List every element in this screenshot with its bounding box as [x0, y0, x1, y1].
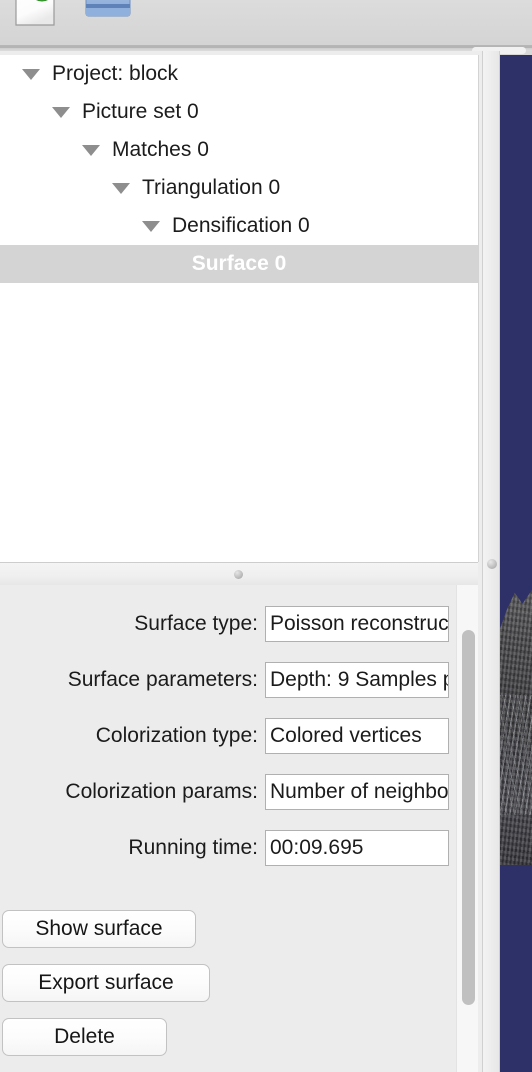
tree-item-surface-0[interactable]: Surface 0	[0, 245, 478, 283]
horizontal-splitter[interactable]	[0, 562, 478, 587]
delete-button[interactable]: Delete	[2, 1018, 167, 1056]
tree-rows: Project: block Picture set 0 Matches 0 Tria…	[0, 55, 478, 283]
field-label-surface-parameters: Surface parameters:	[67, 668, 258, 691]
field-label-running-time: Running time:	[128, 836, 258, 859]
field-value-surface-parameters[interactable]: Depth: 9 Samples per node: 1	[265, 662, 449, 698]
vertical-splitter[interactable]	[482, 51, 500, 1072]
field-value-colorization-params[interactable]: Number of neighbours: 3	[265, 774, 449, 810]
tree-item-triangulation-0[interactable]: Triangulation 0	[0, 169, 478, 207]
toolbar	[0, 0, 532, 45]
field-label-colorization-params: Colorization params:	[65, 780, 258, 803]
open-project-button[interactable]	[82, 0, 138, 27]
disclosure-triangle-down-icon[interactable]	[82, 144, 100, 156]
form-vertical-scroll-thumb[interactable]	[462, 630, 475, 1005]
new-document-icon	[15, 0, 55, 26]
form-vertical-scrollbar[interactable]	[456, 585, 478, 1072]
tree-item-label: Triangulation 0	[142, 176, 281, 199]
application-window: Project: block Picture set 0 Matches 0 Tria…	[0, 0, 532, 1072]
3d-viewport[interactable]	[500, 55, 532, 1072]
field-row-surface-type: Surface type: Poisson reconstruction	[0, 605, 456, 643]
disclosure-triangle-down-icon[interactable]	[52, 106, 70, 118]
left-column: Project: block Picture set 0 Matches 0 Tria…	[0, 51, 482, 1072]
tree-item-densification-0[interactable]: Densification 0	[0, 207, 478, 245]
field-row-surface-parameters: Surface parameters: Depth: 9 Samples per …	[0, 661, 456, 699]
tree-item-label: Picture set 0	[82, 100, 199, 123]
surface-properties-panel: Surface type:Poisson reconstructionSurfa…	[0, 585, 478, 1072]
tree-item-label: Matches 0	[112, 138, 209, 161]
form-clip: Surface type:Poisson reconstructionSurfa…	[0, 585, 456, 1072]
field-row-colorization-params: Colorization params: Number of neighbours…	[0, 773, 456, 811]
field-row-colorization-type: Colorization type: Colored vertices	[0, 717, 456, 755]
vertical-splitter-grip-icon[interactable]	[487, 559, 497, 569]
tree-item-label: Project: block	[52, 62, 179, 85]
new-project-button[interactable]	[8, 0, 64, 27]
show-surface-button[interactable]: Show surface	[2, 910, 196, 948]
surface-mesh-highlights	[500, 695, 532, 815]
field-value-running-time[interactable]: 00:09.695	[265, 830, 449, 866]
field-row-running-time: Running time: 00:09.695	[0, 829, 456, 867]
field-label-surface-type: Surface type:	[134, 612, 258, 635]
field-value-surface-type[interactable]: Poisson reconstruction	[265, 606, 449, 642]
field-label-colorization-type: Colorization type:	[95, 724, 258, 747]
project-tree[interactable]: Project: block Picture set 0 Matches 0 Tria…	[0, 55, 479, 562]
tree-item-label: Densification 0	[172, 214, 310, 237]
open-folder-icon	[85, 0, 131, 17]
export-surface-button[interactable]: Export surface	[2, 964, 210, 1002]
disclosure-triangle-down-icon[interactable]	[22, 68, 40, 80]
field-value-colorization-type[interactable]: Colored vertices	[265, 718, 449, 754]
tree-item-project-block[interactable]: Project: block	[0, 55, 478, 93]
disclosure-triangle-down-icon[interactable]	[142, 220, 160, 232]
disclosure-triangle-down-icon[interactable]	[112, 182, 130, 194]
tree-item-picture-set-0[interactable]: Picture set 0	[0, 93, 478, 131]
tree-item-label: Surface 0	[191, 252, 287, 275]
splitter-grip-icon[interactable]	[234, 570, 243, 579]
tree-item-matches-0[interactable]: Matches 0	[0, 131, 478, 169]
